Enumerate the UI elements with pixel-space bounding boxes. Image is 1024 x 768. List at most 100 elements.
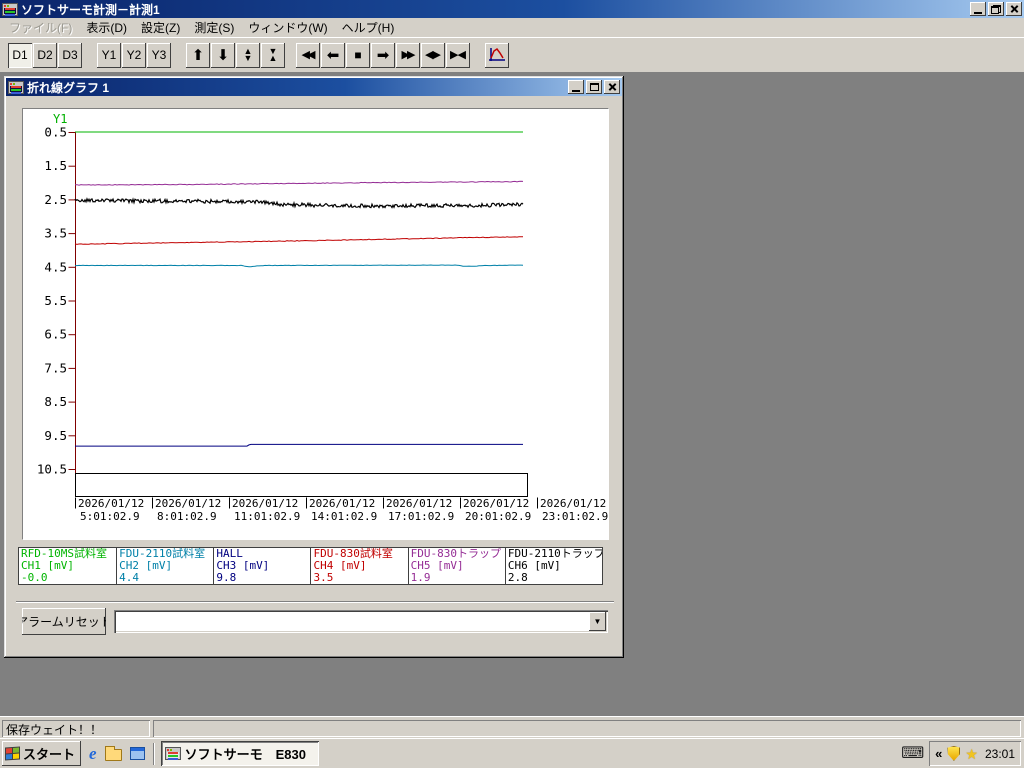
graph-minimize-button[interactable]: [568, 80, 584, 94]
svg-text:10.5: 10.5: [37, 462, 67, 477]
rewind-button[interactable]: ◀◀: [296, 42, 320, 68]
legend-cell-ch5: FDU-830トラップ CH5 [mV] 1.9: [407, 548, 505, 584]
svg-text:5.5: 5.5: [44, 293, 67, 308]
legend-cell-ch1: RFD-10MS試料室 CH1 [mV] -0.0: [21, 548, 107, 584]
svg-text:20:01:02.9: 20:01:02.9: [465, 510, 531, 523]
status-panel: [153, 720, 1021, 737]
quick-launch: e: [89, 745, 145, 762]
close-button[interactable]: [1006, 2, 1022, 16]
svg-text:8:01:02.9: 8:01:02.9: [157, 510, 217, 523]
graph-close-button[interactable]: [604, 80, 620, 94]
d2-button[interactable]: D2: [33, 42, 57, 68]
svg-text:2026/01/12: 2026/01/12: [540, 497, 606, 510]
expand-horizontal-button[interactable]: ◀▶: [421, 42, 445, 68]
series-ch2: [75, 264, 524, 268]
y3-button[interactable]: Y3: [147, 42, 171, 68]
taskbar-app-button[interactable]: ソフトサーモ E830: [160, 741, 319, 766]
alarm-combo[interactable]: ▼: [114, 610, 608, 633]
status-bar: 保存ウェイト！！: [0, 716, 1024, 738]
chevron-down-icon: ▼: [593, 617, 602, 626]
compress-vertical-icon: ▼ ▲: [268, 46, 278, 63]
system-tray: ⌨ « ★ 23:01: [901, 741, 1024, 766]
stop-icon: ■: [354, 48, 362, 62]
graph-settings-button[interactable]: [485, 42, 509, 68]
svg-text:17:01:02.9: 17:01:02.9: [388, 510, 454, 523]
combo-dropdown-button[interactable]: ▼: [589, 612, 606, 631]
restore-button[interactable]: [988, 2, 1004, 16]
compress-vertical-button[interactable]: ▼ ▲: [261, 42, 285, 68]
menu-settings[interactable]: 設定(Z): [134, 17, 187, 38]
minimize-icon: [974, 12, 982, 14]
menu-measure[interactable]: 測定(S): [187, 17, 241, 38]
menu-view[interactable]: 表示(D): [79, 17, 134, 38]
expand-horizontal-icon: ◀▶: [425, 48, 441, 61]
svg-text:9.5: 9.5: [44, 428, 67, 443]
close-icon: [1010, 5, 1019, 13]
compress-horizontal-icon: ▶◀: [450, 48, 466, 61]
close-icon: [608, 83, 617, 91]
stop-button[interactable]: ■: [346, 42, 370, 68]
separator: [16, 601, 614, 603]
tray-expand-icon[interactable]: «: [935, 746, 942, 761]
app-icon: [164, 747, 181, 760]
series-ch3: [75, 443, 523, 447]
minimize-button[interactable]: [970, 2, 986, 16]
svg-text:11:01:02.9: 11:01:02.9: [234, 510, 300, 523]
y2-button[interactable]: Y2: [122, 42, 146, 68]
scale-down-button[interactable]: ⬇: [211, 42, 235, 68]
menubar: ファイル(F) 表示(D) 設定(Z) 測定(S) ウィンドウ(W) ヘルプ(H…: [0, 18, 1024, 37]
scale-up-button[interactable]: ⬆: [186, 42, 210, 68]
graph-plot: Y1 0.5 1.5 2.5 3.5 4.5 5.5 6.5 7.5 8.5 9.5 10.5 2026…: [22, 108, 609, 540]
legend-cell-ch6: FDU-2110トラップ CH6 [mV] 2.8: [504, 548, 602, 584]
step-back-button[interactable]: ⬅: [321, 42, 345, 68]
svg-text:8.5: 8.5: [44, 394, 67, 409]
fast-forward-button[interactable]: ▶▶: [396, 42, 420, 68]
restore-icon: [991, 4, 1001, 14]
svg-text:2026/01/12: 2026/01/12: [232, 497, 298, 510]
right-arrow-icon: ➡: [376, 46, 390, 64]
graph-maximize-button[interactable]: [586, 80, 602, 94]
graph-window-icon: [8, 80, 24, 94]
tray-clock[interactable]: 23:01: [985, 747, 1015, 761]
svg-text:2.5: 2.5: [44, 192, 67, 207]
menu-window[interactable]: ウィンドウ(W): [241, 17, 334, 38]
menu-help[interactable]: ヘルプ(H): [335, 17, 402, 38]
svg-text:14:01:02.9: 14:01:02.9: [311, 510, 377, 523]
svg-text:2026/01/12: 2026/01/12: [309, 497, 375, 510]
internet-explorer-icon[interactable]: e: [89, 745, 97, 762]
svg-text:6.5: 6.5: [44, 327, 67, 342]
step-forward-button[interactable]: ➡: [371, 42, 395, 68]
toolbar: D1 D2 D3 Y1 Y2 Y3 ⬆ ⬇ ▲ ▼ ▼ ▲ ◀◀ ⬅ ■ ➡ ▶▶ …: [0, 37, 1024, 73]
svg-text:7.5: 7.5: [44, 360, 67, 375]
series-ch4: [74, 236, 523, 245]
svg-text:2026/01/12: 2026/01/12: [155, 497, 221, 510]
legend-cell-ch2: FDU-2110試料室 CH2 [mV] 4.4: [116, 548, 213, 584]
folder-icon[interactable]: [104, 746, 122, 761]
star-icon[interactable]: ★: [965, 747, 978, 761]
compress-horizontal-button[interactable]: ▶◀: [446, 42, 470, 68]
main-window-title: ソフトサーモ計測－計測1: [21, 2, 160, 17]
d3-button[interactable]: D3: [58, 42, 82, 68]
security-shield-icon[interactable]: [947, 746, 961, 761]
svg-text:1.5: 1.5: [44, 158, 67, 173]
keyboard-icon[interactable]: ⌨: [901, 745, 924, 762]
graph-window-content: Y1 0.5 1.5 2.5 3.5 4.5 5.5 6.5 7.5 8.5 9.5 10.5 2026…: [6, 96, 622, 656]
y1-button[interactable]: Y1: [97, 42, 121, 68]
mdi-workspace: 折れ線グラフ 1 Y1 0.5 1.5 2.5 3.5 4.5 5.5 6.5 7.5 8.5 9.…: [0, 73, 1024, 716]
desktop: ソフトサーモ計測－計測1 ファイル(F) 表示(D) 設定(Z) 測定(S) ウ…: [0, 0, 1024, 768]
d1-button[interactable]: D1: [8, 42, 32, 68]
svg-text:2026/01/12: 2026/01/12: [463, 497, 529, 510]
desktop-window-icon[interactable]: [129, 747, 145, 760]
svg-text:3.5: 3.5: [44, 226, 67, 241]
start-button[interactable]: スタート: [2, 741, 82, 766]
menu-file[interactable]: ファイル(F): [2, 17, 79, 38]
status-message: 保存ウェイト！！: [2, 720, 150, 737]
alarm-reset-button[interactable]: アラームリセット: [22, 608, 106, 635]
app-icon: [2, 2, 18, 16]
graph-window-titlebar: 折れ線グラフ 1: [6, 78, 622, 96]
down-arrow-icon: ⬇: [216, 46, 230, 64]
graph-window: 折れ線グラフ 1 Y1 0.5 1.5 2.5 3.5 4.5 5.5 6.5 7.5 8.5 9.…: [4, 76, 624, 658]
main-titlebar: ソフトサーモ計測－計測1: [0, 0, 1024, 18]
rewind-icon: ◀◀: [301, 48, 316, 61]
expand-vertical-button[interactable]: ▲ ▼: [236, 42, 260, 68]
